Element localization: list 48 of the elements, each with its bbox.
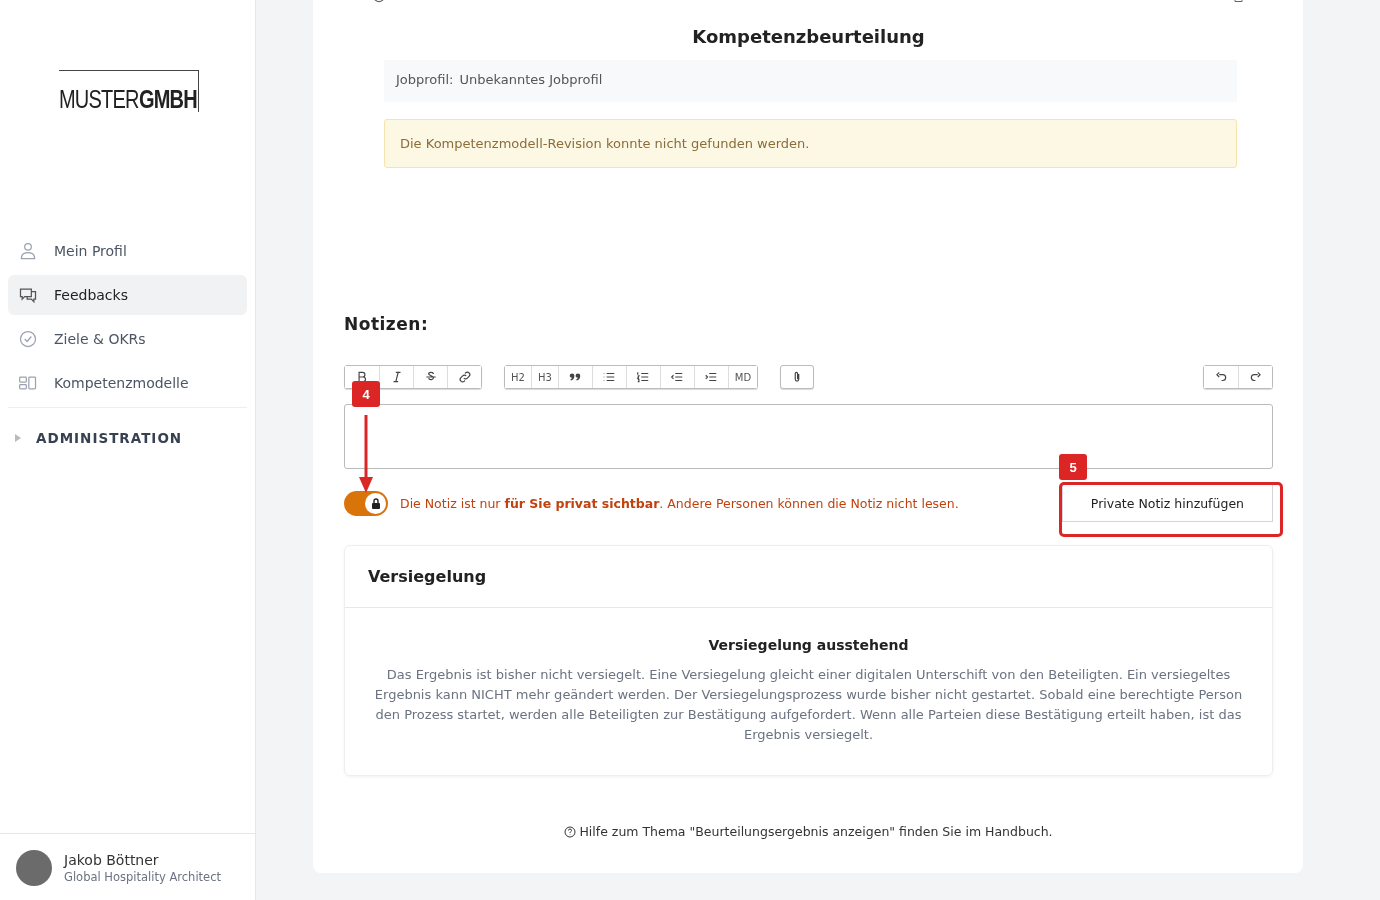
arrow-icon [358, 415, 374, 495]
toolbar-button[interactable] [780, 365, 815, 389]
toolbar-button[interactable]: H2 [505, 366, 531, 388]
seal-title: Versiegelung [345, 546, 1272, 608]
toolbar-button[interactable] [379, 366, 413, 388]
toolbar-button[interactable] [447, 366, 481, 388]
help-icon [564, 825, 577, 838]
avatar [16, 850, 52, 886]
step-tooltip: 4 [352, 381, 380, 407]
section-title: Kompetenzbeurteilung [691, 26, 926, 47]
sidebar-item[interactable]: Mein Profil [8, 231, 247, 271]
lock-icon [370, 497, 381, 509]
toolbar-button[interactable]: MD [727, 366, 758, 388]
private-toggle[interactable] [344, 490, 388, 516]
toolbar-button[interactable] [1238, 366, 1272, 388]
bold-icon [355, 370, 369, 384]
indent-icon [704, 370, 719, 384]
person-icon [18, 241, 38, 261]
step-tooltip: 5 [1059, 454, 1087, 480]
warning-alert: Die Kompetenzmodell-Revision konnte nicht gefunden werden. [384, 119, 1237, 168]
redo-icon [1248, 370, 1263, 384]
add-note-button[interactable]: Private Notiz hinzufügen [1061, 484, 1273, 522]
user-role: Global Hospitality Architect [64, 870, 221, 884]
help-text: Hilfe zum Thema "Beurteilungsergebnis anzeigen" finden Sie im Handbuch. [579, 824, 1053, 839]
company-logo: MUSTERGMBH [59, 70, 199, 112]
outdent-icon [670, 370, 685, 384]
toolbar-button[interactable] [413, 366, 447, 388]
privacy-notice: Die Notiz ist nur für Sie privat sichtbar. Andere Personen können die Notiz nicht lesen. [400, 495, 959, 511]
user-name: Jakob Böttner [64, 852, 160, 868]
link-icon [457, 370, 472, 384]
toolbar-button[interactable]: H3 [530, 366, 558, 388]
numbered-list-icon [636, 370, 651, 384]
toolbar-button[interactable] [625, 366, 660, 388]
toolbar-button[interactable] [557, 366, 592, 388]
job-profile-value: Unbekanntes Jobprofil [459, 72, 603, 89]
seal-status: Versiegelung ausstehend [707, 637, 910, 653]
seal-description: Das Ergebnis ist bisher nicht versiegelt. Eine Versiegelung gleicht einer digitalen Unterschift von den Beteiligten. Ein versiegeltes Ergebnis kann NICHT mehr geändert werden. Der Versiegelungsprozess wurde bisher nicht gestartet. Sobald eine berechtigte Person den Prozess startet, werden alle Beteiligten zur Bestätigung aufgefordert. Wenn alle Parteien diese Bestätigung erteilt haben, ist das Ergebnis versiegelt. [373, 666, 1244, 744]
sidebar-item[interactable]: Kompetenzmodelle [8, 363, 247, 403]
sidebar-section[interactable]: ADMINISTRATION [8, 423, 247, 453]
undo-icon [1214, 370, 1228, 384]
toolbar-button[interactable] [1204, 366, 1238, 388]
sidebar-item[interactable]: Ziele & OKRs [8, 319, 247, 359]
sidebar-item[interactable]: Feedbacks [8, 275, 247, 315]
check-circle-icon [18, 329, 38, 349]
job-profile-label: Jobprofil: [396, 72, 454, 89]
caret-icon [14, 434, 22, 442]
notes-heading: Notizen: [344, 314, 430, 334]
toolbar-button[interactable] [693, 366, 728, 388]
